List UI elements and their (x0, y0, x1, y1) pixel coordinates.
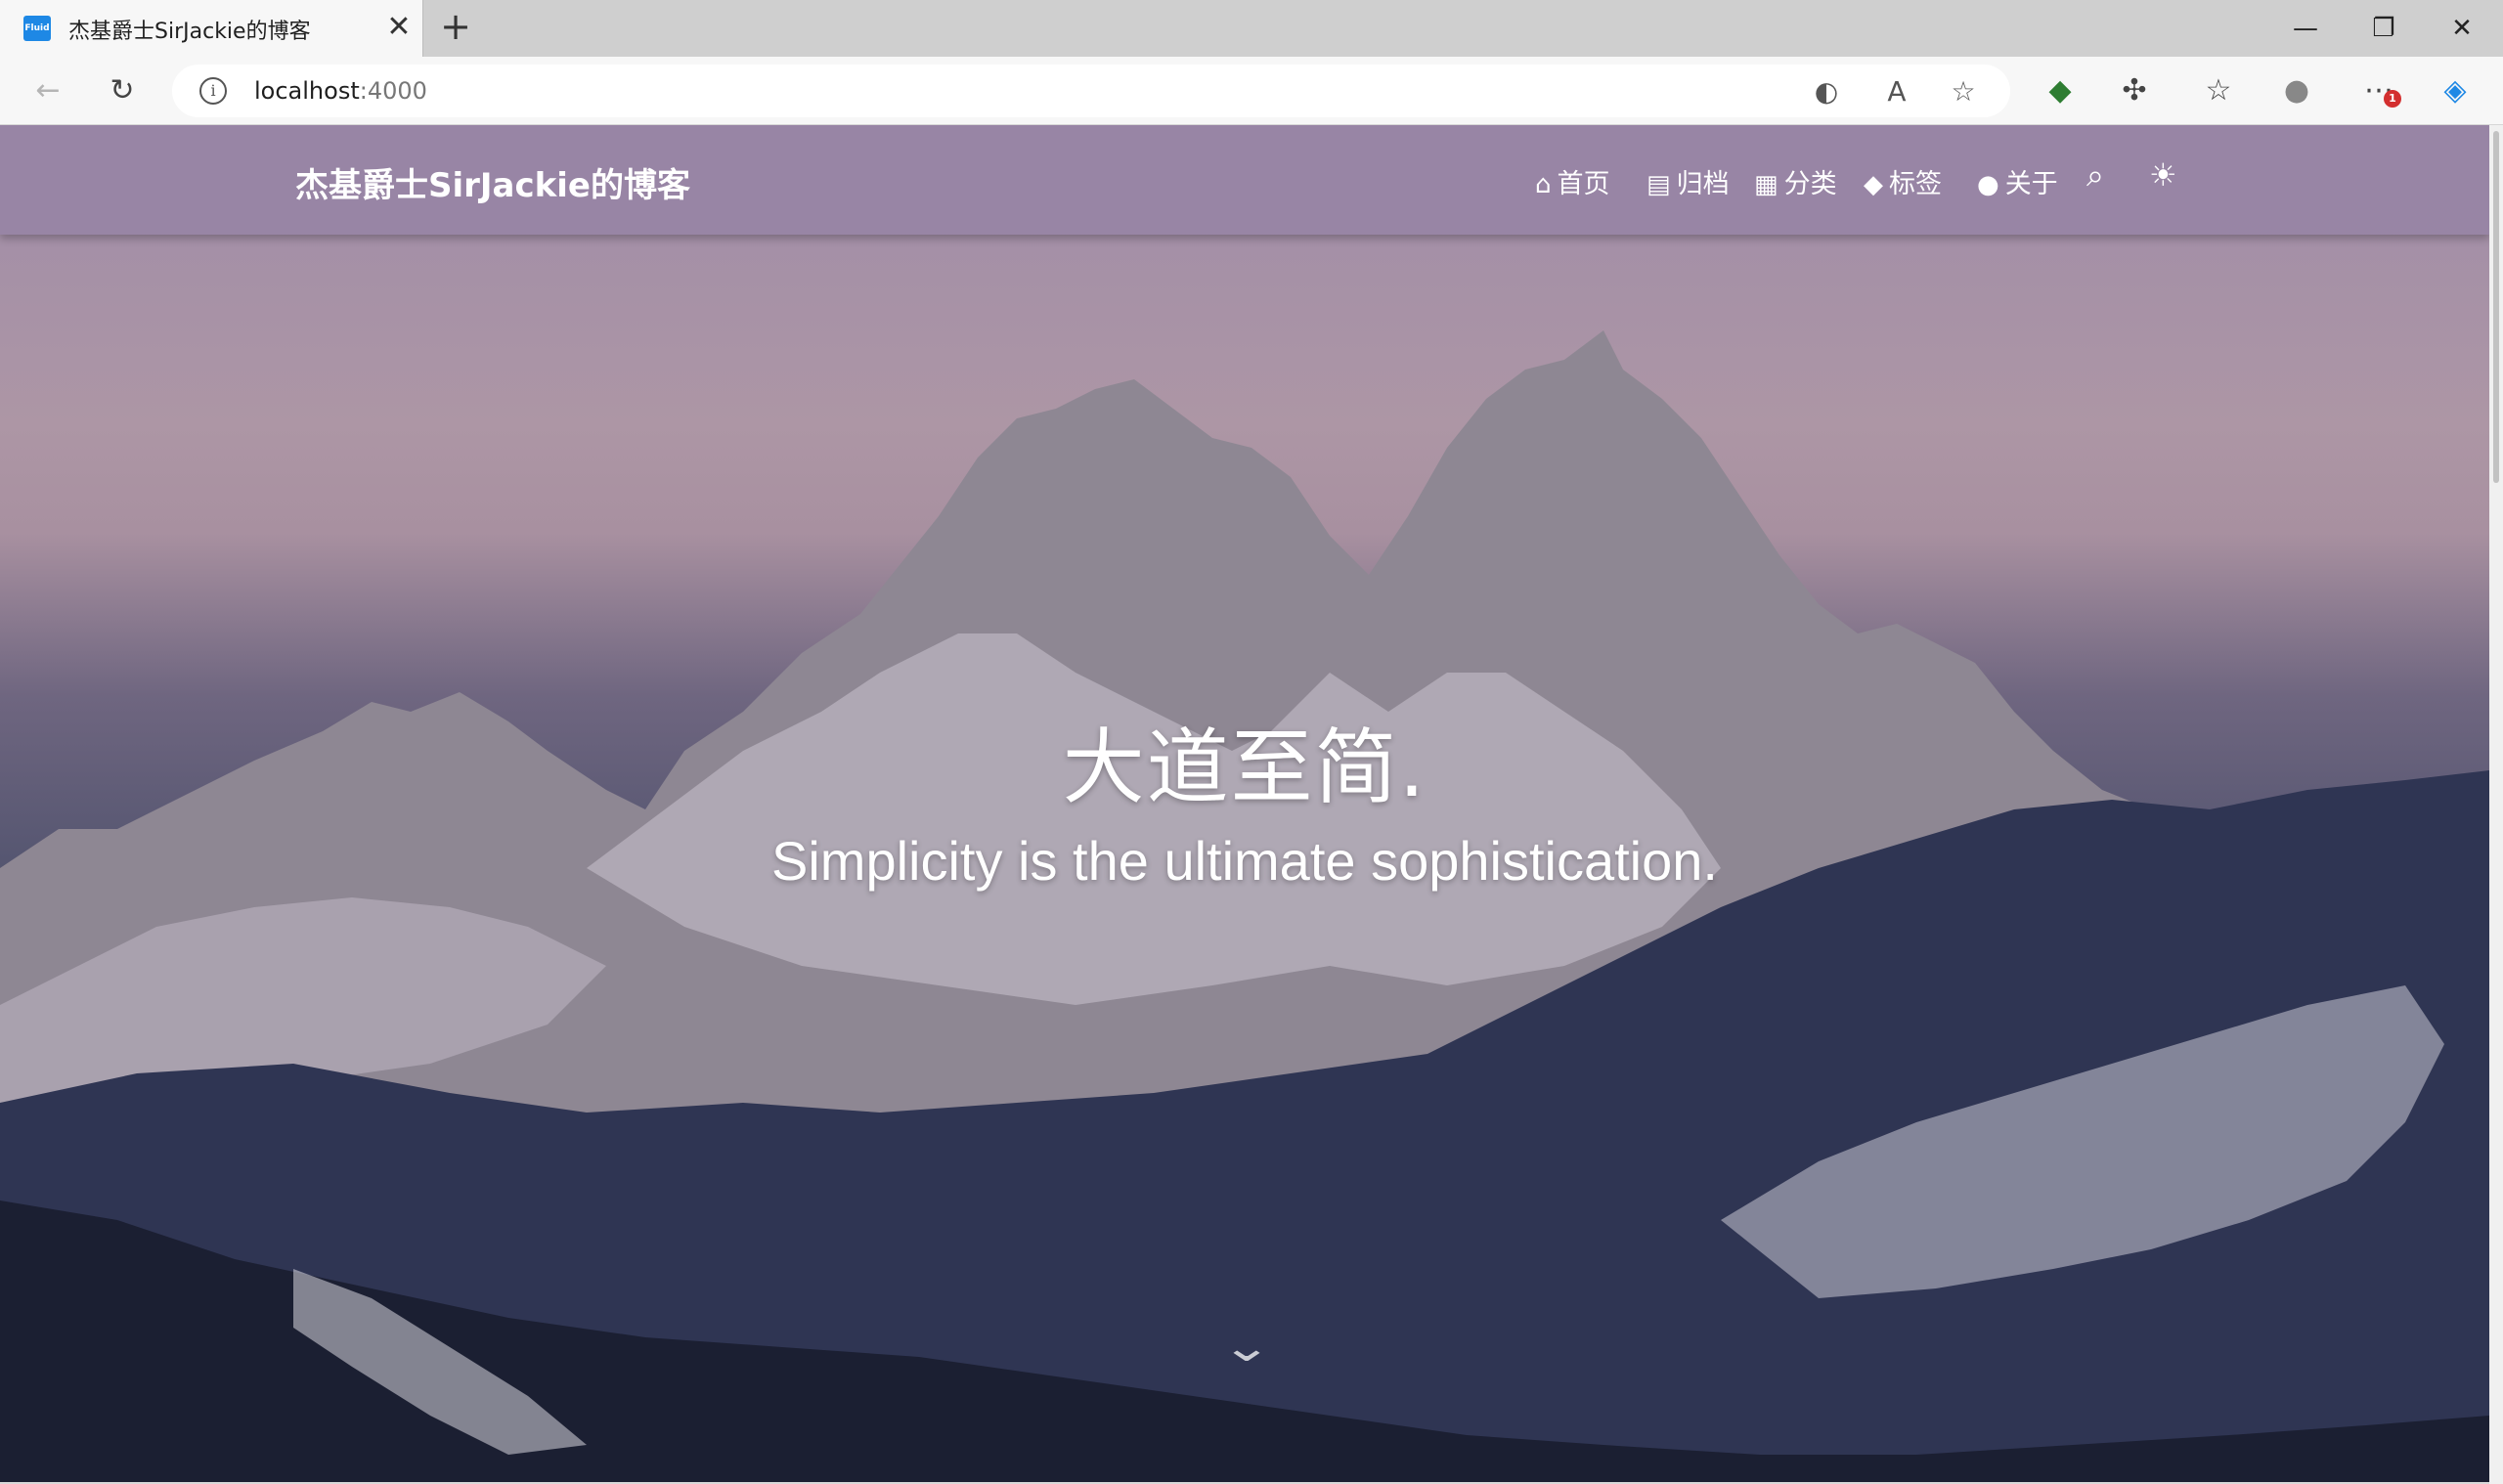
nav-label-about: 关于 (2004, 169, 2058, 199)
nav-label-home: 首页 (1557, 169, 1610, 199)
scrollbar-thumb[interactable] (2493, 131, 2499, 483)
url-host: localhost (254, 77, 360, 105)
browser-tab[interactable]: Fluid 杰基爵士SirJackie的博客 ✕ (0, 0, 423, 57)
extension-gem-icon[interactable]: ◆ (2040, 70, 2081, 111)
browser-toolbar: ← ↻ i localhost:4000 ◐ A ☆ ◆ ✣ ☆ ● ⋯ 1 ◈ (0, 57, 2503, 125)
archive-icon: ▤ (1647, 170, 1671, 199)
profile-icon[interactable]: ● (2276, 70, 2317, 111)
scroll-down-chevron-icon[interactable]: ⌄ (1210, 1327, 1284, 1368)
page-viewport: 杰基爵士SirJackie的博客 ⌂ 首页 ▤ 归档 ▦ 分类 ◆ 标签 ● 关于 ⌕ ☀… (0, 125, 2503, 1484)
nav-item-tags[interactable]: ◆ 标签 (1864, 162, 1942, 199)
notification-badge: 1 (2384, 90, 2401, 108)
address-bar[interactable]: i localhost:4000 ◐ A ☆ (172, 65, 2010, 117)
hero-banner: 杰基爵士SirJackie的博客 ⌂ 首页 ▤ 归档 ▦ 分类 ◆ 标签 ● 关于 ⌕ ☀… (0, 125, 2489, 1484)
copilot-icon[interactable]: ◈ (2435, 70, 2476, 111)
read-aloud-icon[interactable]: A (1877, 72, 1916, 111)
minimize-button[interactable]: — (2276, 8, 2335, 49)
theme-toggle-icon[interactable]: ☀ (2149, 156, 2177, 194)
url-port: :4000 (359, 77, 427, 105)
home-icon: ⌂ (1535, 170, 1552, 199)
favorite-star-icon[interactable]: ☆ (1944, 72, 1983, 111)
search-icon[interactable]: ⌕ (2086, 156, 2104, 194)
restore-button[interactable]: ❐ (2354, 8, 2413, 49)
hero-subtitle: Simplicity is the ultimate sophisticatio… (771, 830, 1718, 892)
nav-label-tags: 标签 (1889, 169, 1942, 199)
site-info-icon[interactable]: i (199, 77, 227, 105)
close-window-button[interactable]: ✕ (2433, 8, 2491, 49)
nav-label-archive: 归档 (1676, 169, 1730, 199)
edge-icon[interactable]: ◐ (1807, 72, 1846, 111)
tab-strip: Fluid 杰基爵士SirJackie的博客 ✕ + — ❐ ✕ (0, 0, 2503, 57)
nav-item-about[interactable]: ● 关于 (1977, 162, 2058, 199)
extensions-puzzle-icon[interactable]: ✣ (2114, 70, 2155, 111)
category-icon: ▦ (1754, 170, 1778, 199)
refresh-icon[interactable]: ↻ (102, 70, 143, 111)
nav-item-home[interactable]: ⌂ 首页 (1535, 162, 1610, 199)
nav-item-archive[interactable]: ▤ 归档 (1647, 162, 1730, 199)
tab-title: 杰基爵士SirJackie的博客 (68, 20, 311, 44)
hero-title: 大道至简. (1062, 720, 1427, 815)
user-icon: ● (1977, 170, 1999, 199)
back-icon[interactable]: ← (27, 70, 68, 111)
nav-item-categories[interactable]: ▦ 分类 (1754, 162, 1837, 199)
site-brand[interactable]: 杰基爵士SirJackie的博客 (295, 158, 690, 206)
tab-close-icon[interactable]: ✕ (383, 12, 415, 43)
tags-icon: ◆ (1864, 170, 1883, 199)
site-navbar: 杰基爵士SirJackie的博客 ⌂ 首页 ▤ 归档 ▦ 分类 ◆ 标签 ● 关于 ⌕ ☀ (0, 125, 2489, 235)
fluid-favicon-icon: Fluid (23, 16, 51, 41)
url-text: localhost:4000 (254, 77, 427, 105)
page-scrollbar[interactable] (2489, 125, 2503, 1484)
favorites-icon[interactable]: ☆ (2198, 70, 2239, 111)
nav-label-categories: 分类 (1783, 169, 1837, 199)
new-tab-button[interactable]: + (436, 8, 475, 47)
